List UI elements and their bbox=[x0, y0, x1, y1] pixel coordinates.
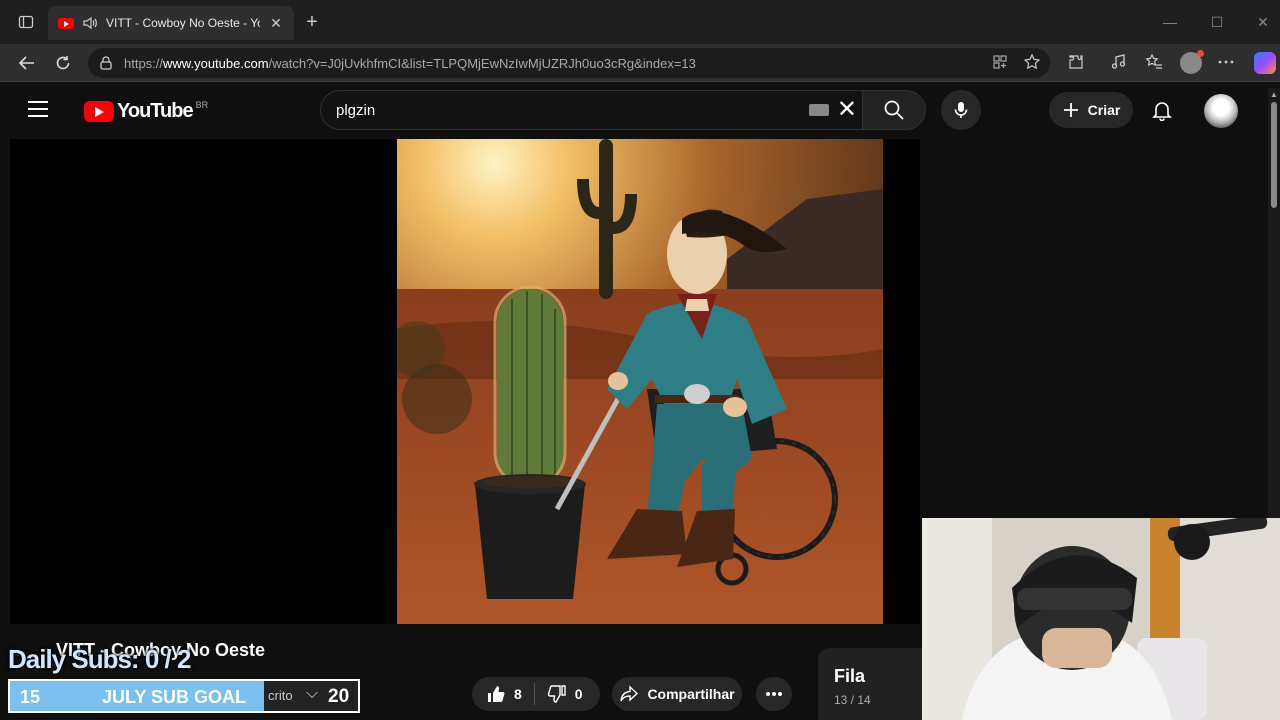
user-avatar[interactable] bbox=[1204, 94, 1238, 128]
chevron-down-icon: ⌵ bbox=[306, 685, 319, 702]
more-actions-button[interactable] bbox=[756, 677, 792, 711]
microphone-icon bbox=[954, 102, 968, 118]
more-menu-icon[interactable] bbox=[1216, 52, 1236, 72]
thumbs-up-icon bbox=[488, 686, 505, 702]
notifications-bell-icon[interactable] bbox=[1150, 98, 1174, 122]
browser-tab-active[interactable]: VITT - Cowboy No Oeste - YouTube ✕ bbox=[48, 6, 294, 40]
site-info-icon[interactable] bbox=[98, 55, 114, 71]
cowboy-cactus-artwork bbox=[397, 139, 883, 624]
media-control-icon[interactable] bbox=[1108, 52, 1128, 72]
scrollbar-thumb[interactable] bbox=[1271, 102, 1277, 208]
browser-address-bar: https://www.youtube.com/watch?v=J0jUvkhf… bbox=[0, 44, 1280, 82]
more-dots-icon bbox=[766, 692, 782, 696]
back-arrow-icon[interactable] bbox=[16, 52, 38, 74]
region-code: BR bbox=[195, 99, 209, 110]
plus-icon bbox=[1063, 103, 1078, 117]
new-tab-plus-icon[interactable]: + bbox=[302, 12, 322, 32]
streamer-webcam-image bbox=[922, 518, 1280, 720]
scroll-up-arrow-icon[interactable]: ▲ bbox=[1270, 90, 1278, 99]
app-install-icon[interactable] bbox=[990, 52, 1010, 72]
thumbs-down-icon bbox=[547, 685, 566, 703]
share-label: Compartilhar bbox=[647, 686, 735, 702]
close-tab-icon[interactable]: ✕ bbox=[268, 15, 284, 32]
create-label: Criar bbox=[1087, 102, 1121, 118]
keyboard-icon[interactable] bbox=[808, 104, 829, 116]
daily-subs-overlay: Daily Subs: 0 / 2 bbox=[8, 644, 191, 674]
tab-actions-icon[interactable] bbox=[16, 12, 36, 32]
search-icon bbox=[884, 100, 904, 120]
queue-title: Fila bbox=[834, 666, 866, 686]
url-field[interactable]: https://www.youtube.com/watch?v=J0jUvkhf… bbox=[88, 48, 1050, 78]
share-button[interactable]: Compartilhar bbox=[612, 677, 742, 711]
goal-start-value: 15 bbox=[20, 687, 41, 707]
logo-wordmark: YouTube bbox=[117, 100, 194, 122]
clear-search-icon[interactable]: ✕ bbox=[837, 98, 857, 122]
menu-hamburger-icon[interactable] bbox=[28, 101, 48, 119]
search-input[interactable]: plgzin ✕ bbox=[320, 90, 870, 130]
share-arrow-icon bbox=[620, 685, 639, 702]
youtube-logo[interactable]: YouTube BR bbox=[84, 100, 208, 123]
webcam-overlay bbox=[922, 518, 1280, 720]
queue-panel[interactable]: Fila 13 / 14 bbox=[818, 648, 922, 720]
video-frame[interactable] bbox=[397, 139, 883, 624]
like-button[interactable]: 8 bbox=[472, 683, 535, 705]
tab-title: VITT - Cowboy No Oeste - YouTube bbox=[106, 16, 260, 30]
browser-tab-bar: VITT - Cowboy No Oeste - YouTube ✕ + — ☐… bbox=[0, 0, 1280, 44]
sub-goal-bar: crito ⌵ 15 JULY SUB GOAL 20 bbox=[8, 679, 360, 713]
goal-end-value: 20 bbox=[328, 686, 350, 707]
search-query: plgzin bbox=[336, 101, 376, 119]
goal-label: JULY SUB GOAL bbox=[102, 687, 247, 707]
url-text: https://www.youtube.com/watch?v=J0jUvkhf… bbox=[124, 55, 696, 71]
youtube-favicon-icon bbox=[58, 17, 74, 29]
maximize-icon[interactable]: ☐ bbox=[1207, 12, 1227, 32]
dislike-button[interactable]: 0 bbox=[535, 684, 595, 704]
create-button[interactable]: Criar bbox=[1049, 92, 1133, 128]
like-count: 8 bbox=[514, 686, 522, 702]
copilot-icon[interactable] bbox=[1254, 52, 1276, 74]
subscribe-label-partial: crito bbox=[268, 688, 293, 703]
dislike-count: 0 bbox=[574, 686, 583, 702]
favorites-list-icon[interactable] bbox=[1144, 52, 1164, 72]
search-button[interactable] bbox=[862, 90, 926, 130]
extensions-icon[interactable] bbox=[1066, 52, 1086, 72]
youtube-play-logo-icon bbox=[84, 101, 114, 122]
voice-search-button[interactable] bbox=[941, 90, 981, 130]
speaker-icon[interactable] bbox=[82, 15, 98, 31]
like-dislike-group: 8 0 bbox=[472, 677, 600, 711]
favorite-star-icon[interactable] bbox=[1022, 52, 1042, 72]
browser-profile-avatar[interactable] bbox=[1180, 50, 1204, 74]
queue-position: 13 / 14 bbox=[834, 693, 871, 707]
window-close-icon[interactable]: ✕ bbox=[1253, 12, 1273, 32]
minimize-icon[interactable]: — bbox=[1160, 12, 1180, 32]
refresh-icon[interactable] bbox=[52, 52, 74, 74]
